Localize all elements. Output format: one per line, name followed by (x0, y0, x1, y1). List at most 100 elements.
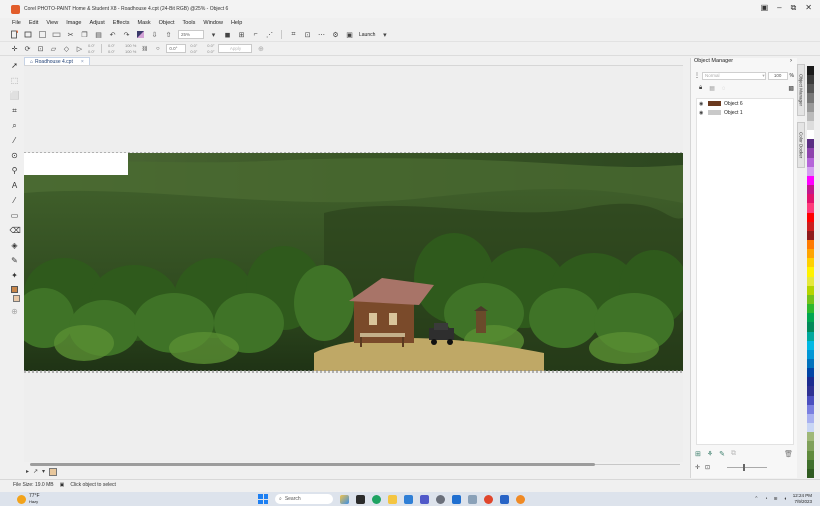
palette-swatch[interactable] (807, 285, 814, 295)
volume-icon[interactable]: ◖ (784, 496, 787, 502)
export-icon[interactable]: ⇧ (164, 30, 173, 39)
center-x-field[interactable]: 0.0" (190, 43, 197, 48)
palette-swatch[interactable] (807, 139, 814, 149)
close-tab-icon[interactable]: × (81, 59, 84, 65)
palette-swatch[interactable] (807, 75, 814, 85)
tray-overflow-icon[interactable]: ⌃ (754, 496, 758, 502)
tab-object-manager[interactable]: Object Manager (797, 64, 805, 116)
object-row-object-1[interactable]: ◉ Object 1 (697, 108, 793, 117)
combine-icon[interactable]: ⧉ (731, 450, 736, 458)
crop-tool-icon[interactable]: ⌗ (10, 106, 20, 116)
show-mask-icon[interactable]: ⋯ (317, 30, 326, 39)
palette-swatch[interactable] (807, 359, 814, 369)
docker-menu-icon[interactable]: ⋮ (694, 72, 700, 79)
size-height-field[interactable]: 0.0" (108, 49, 115, 54)
edit-object-icon[interactable]: ✎ (719, 450, 725, 458)
store-app-icon[interactable] (452, 494, 461, 504)
options-gear-icon[interactable]: ⚙ (331, 30, 340, 39)
copy-icon[interactable]: ❐ (80, 30, 89, 39)
launch-label[interactable]: Launch (359, 32, 375, 38)
skew-y-field[interactable]: 0.0° (207, 49, 214, 54)
palette-swatch[interactable] (807, 368, 814, 378)
mask-mode-icon[interactable]: ◌ (722, 86, 726, 92)
wifi-icon[interactable]: ≋ (774, 496, 778, 502)
add-tool-icon[interactable]: ⊕ (10, 307, 20, 317)
scale-icon[interactable]: ⊡ (36, 44, 45, 53)
menu-mask[interactable]: Mask (138, 20, 151, 26)
docker-arrow-icon[interactable]: › (790, 58, 792, 64)
palette-swatch[interactable] (807, 468, 814, 479)
palette-swatch[interactable] (807, 258, 814, 268)
new-object-icon[interactable]: ⊞ (695, 450, 701, 458)
play-icon[interactable]: ▸ (26, 468, 29, 475)
palette-swatch[interactable] (807, 230, 814, 240)
eraser-tool-icon[interactable]: ⌫ (10, 226, 21, 236)
menu-adjust[interactable]: Adjust (89, 20, 104, 26)
blend-mode-select[interactable]: Normal ▾ (702, 71, 766, 80)
save-icon[interactable] (38, 30, 47, 39)
minimize-button[interactable]: – (777, 3, 781, 13)
position-x-field[interactable]: 0.0" (88, 43, 95, 48)
lock-ratio-icon[interactable]: ⛓ (140, 44, 149, 53)
palette-swatch[interactable] (807, 304, 814, 314)
palette-swatch[interactable] (807, 130, 814, 140)
scale-width-field[interactable]: 100 % (125, 43, 136, 48)
restore-button[interactable]: ⧉ (791, 3, 797, 13)
task-view-icon[interactable] (356, 494, 365, 504)
new-document-icon[interactable] (10, 30, 19, 39)
visibility-eye-icon[interactable]: ◉ (699, 110, 705, 116)
corel-taskbar-icon[interactable] (484, 494, 493, 504)
redo-icon[interactable]: ↷ (122, 30, 131, 39)
palette-swatch[interactable] (807, 157, 814, 167)
lock-icon[interactable]: 🔒︎ (699, 85, 702, 92)
shape-tool-icon[interactable]: ⬚ (10, 76, 20, 86)
fill-tool-icon[interactable]: ◈ (10, 241, 20, 251)
size-width-field[interactable]: 0.0" (108, 43, 115, 48)
palette-swatch[interactable] (807, 239, 814, 250)
rotation-angle-icon[interactable]: ○ (153, 44, 162, 53)
zoom-slider-knob[interactable] (743, 464, 746, 471)
palette-swatch[interactable] (807, 450, 814, 460)
background-color-swatch[interactable] (13, 295, 20, 302)
palette-swatch[interactable] (807, 66, 814, 76)
current-color-chip[interactable] (49, 467, 58, 476)
apply-button[interactable]: Apply (218, 44, 253, 53)
close-button[interactable]: ✕ (805, 3, 812, 13)
fit-page-icon[interactable]: ◼ (223, 30, 232, 39)
zoom-slider[interactable] (727, 464, 768, 471)
palette-swatch[interactable] (807, 386, 814, 396)
print-icon[interactable] (52, 30, 61, 39)
skew-icon[interactable]: ▱ (49, 44, 58, 53)
tab-color-docker[interactable]: Color Docker (797, 122, 805, 168)
tab-roadhouse-document[interactable]: ⌂ Roadhouse 4.cpt × (24, 57, 90, 65)
zoom-tool-icon[interactable]: ⌕ (10, 121, 20, 131)
undo-icon[interactable]: ↶ (108, 30, 117, 39)
eyedropper-tool-icon[interactable]: ⁄ (10, 136, 20, 146)
settings-app-icon[interactable] (436, 494, 445, 504)
skew-x-field[interactable]: 0.0° (207, 43, 214, 48)
palette-swatch[interactable] (807, 294, 814, 305)
zoom-level-field[interactable]: 25% (178, 30, 204, 39)
rotation-angle-field[interactable]: 0.0° (166, 44, 187, 53)
mail-app-icon[interactable] (500, 494, 509, 504)
open-icon[interactable] (24, 30, 33, 39)
mask-tool-icon[interactable]: ⬜ (10, 91, 20, 101)
paste-icon[interactable]: ▤ (94, 30, 103, 39)
menu-image[interactable]: Image (66, 20, 81, 26)
color-adjust-icon[interactable] (136, 30, 145, 39)
network-icon[interactable]: ◔ (764, 496, 767, 502)
palette-swatch[interactable] (807, 267, 814, 277)
paint-app-icon[interactable] (516, 494, 525, 504)
palette-swatch[interactable] (807, 404, 814, 414)
visibility-eye-icon[interactable]: ◉ (699, 101, 705, 107)
opacity-field[interactable]: 100 (767, 71, 788, 80)
show-grid-icon[interactable]: ⌗ (289, 30, 298, 39)
foreground-color-swatch[interactable] (11, 286, 18, 293)
palette-swatch[interactable] (807, 349, 814, 359)
display-mode-button[interactable]: ▣ (761, 3, 769, 13)
perspective-icon[interactable]: ▷ (75, 44, 84, 53)
menu-object[interactable]: Object (159, 20, 175, 26)
menu-edit[interactable]: Edit (29, 20, 38, 26)
palette-swatch[interactable] (807, 340, 814, 350)
delete-object-icon[interactable]: 🗑︎ (784, 450, 793, 458)
